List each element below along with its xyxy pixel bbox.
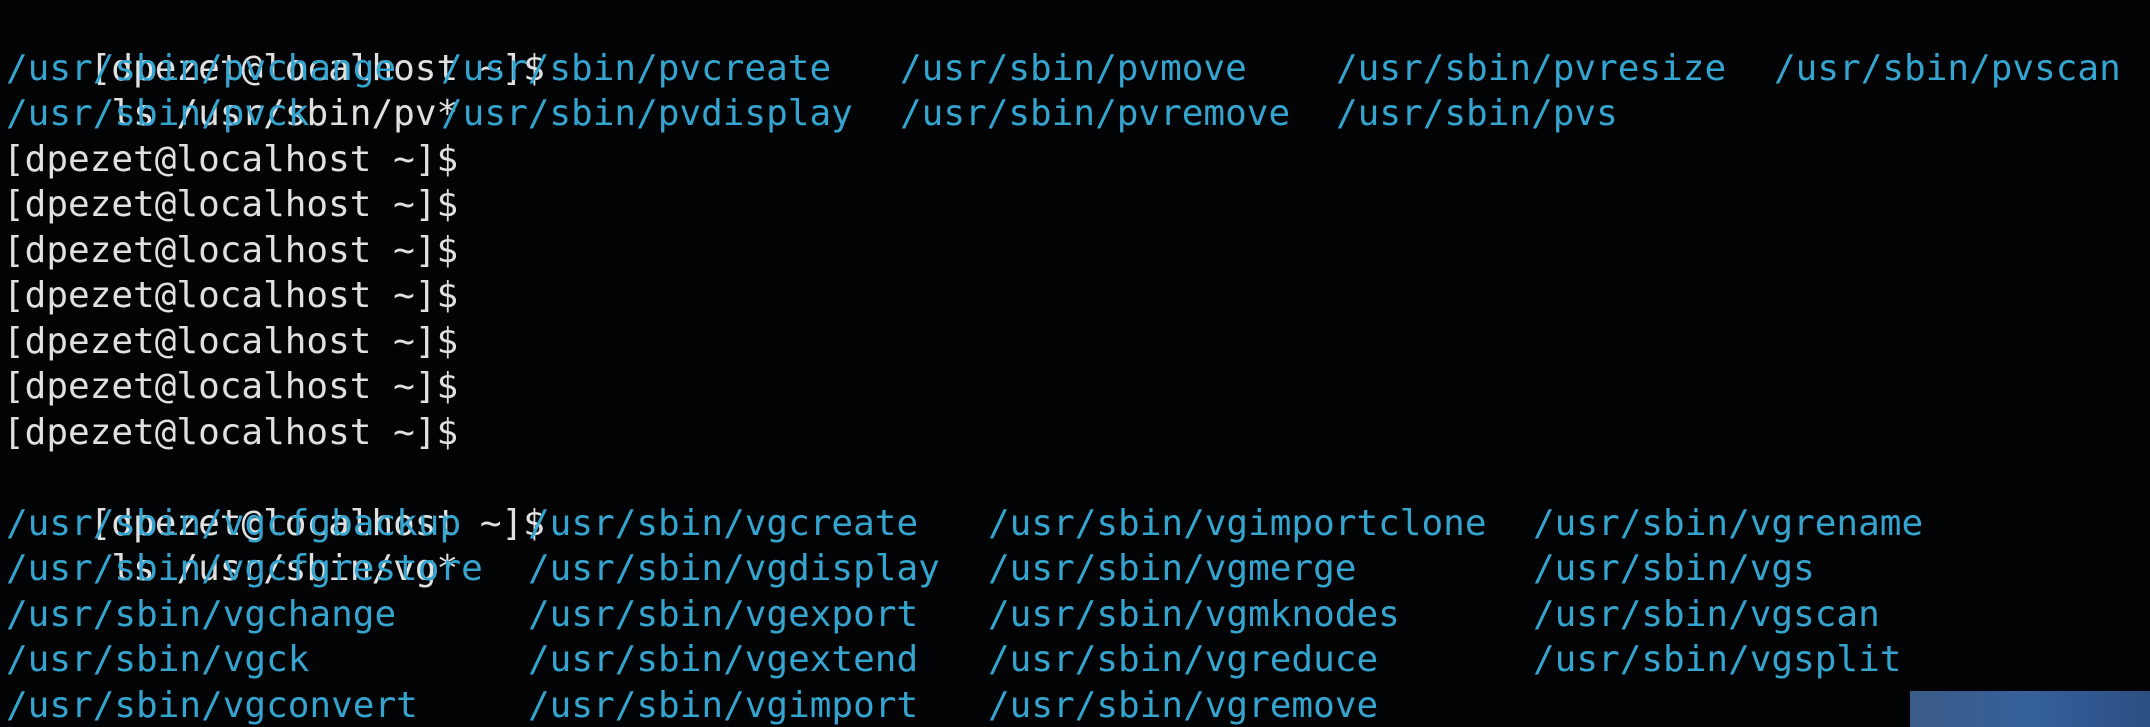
desktop-background-edge (1910, 691, 2150, 727)
shell-prompt: [dpezet@localhost ~]$ (3, 411, 459, 453)
file-entry: /usr/sbin/vgcfgbackup (6, 502, 462, 544)
shell-prompt: [dpezet@localhost ~]$ (3, 184, 459, 225)
shell-prompt: [dpezet@localhost ~]$ (3, 229, 459, 271)
file-entry: /usr/sbin/pvck (6, 93, 310, 134)
empty-prompt-line: [dpezet@localhost ~]$ (3, 137, 2150, 183)
shell-prompt: [dpezet@localhost ~]$ (3, 320, 459, 362)
file-entry: /usr/sbin/pvs (1336, 93, 1618, 134)
file-entry: /usr/sbin/pvremove (900, 93, 1291, 134)
file-entry: /usr/sbin/vgexport (528, 593, 919, 635)
file-entry: /usr/sbin/pvdisplay (441, 93, 853, 134)
empty-prompt-line: [dpezet@localhost ~]$ (3, 273, 2150, 319)
file-entry: /usr/sbin/vgmknodes (988, 593, 1400, 635)
empty-prompt-line: [dpezet@localhost ~]$ (3, 182, 2150, 228)
file-entry: /usr/sbin/vgmerge (988, 548, 1357, 589)
file-entry: /usr/sbin/vgsplit (1533, 639, 1902, 680)
file-entry: /usr/sbin/pvchange (6, 47, 397, 89)
vg-listing-row: /usr/sbin/vgchange /usr/sbin/vgexport /u… (3, 592, 2150, 638)
file-entry: /usr/sbin/pvscan (1774, 47, 2121, 89)
shell-prompt: [dpezet@localhost ~]$ (3, 275, 459, 316)
file-entry: /usr/sbin/vgimportclone (988, 502, 1487, 544)
file-entry: /usr/sbin/vgimport (528, 684, 919, 726)
vg-listing-row: /usr/sbin/vgcfgrestore /usr/sbin/vgdispl… (3, 546, 2150, 592)
command-line-vg: [dpezet@localhost ~]$ ls /usr/sbin/vg* (3, 455, 2150, 590)
file-entry: /usr/sbin/vgscan (1533, 593, 1880, 635)
shell-prompt: [dpezet@localhost ~]$ (3, 138, 459, 180)
file-entry: /usr/sbin/vgrename (1533, 502, 1924, 544)
file-entry: /usr/sbin/pvcreate (441, 47, 832, 89)
vg-listing-row: /usr/sbin/vgck /usr/sbin/vgextend /usr/s… (3, 637, 2150, 683)
vg-listing-row: /usr/sbin/vgconvert /usr/sbin/vgimport /… (3, 683, 2150, 727)
pv-listing-row: /usr/sbin/pvchange /usr/sbin/pvcreate /u… (3, 46, 2150, 92)
terminal-window[interactable]: [dpezet@localhost ~]$ ls /usr/sbin/pv* /… (0, 0, 2150, 727)
empty-prompt-line: [dpezet@localhost ~]$ (3, 319, 2150, 365)
empty-prompt-line: [dpezet@localhost ~]$ (3, 410, 2150, 456)
file-entry: /usr/sbin/pvmove (900, 47, 1247, 89)
file-entry: /usr/sbin/vgdisplay (528, 548, 940, 589)
file-entry: /usr/sbin/vgcfgrestore (6, 548, 483, 589)
file-entry: /usr/sbin/vgchange (6, 593, 397, 635)
file-entry: /usr/sbin/vgconvert (6, 684, 418, 726)
shell-prompt: [dpezet@localhost ~]$ (3, 366, 459, 407)
pv-listing-row: /usr/sbin/pvck /usr/sbin/pvdisplay /usr/… (3, 91, 2150, 137)
file-entry: /usr/sbin/vgs (1533, 548, 1815, 589)
file-entry: /usr/sbin/vgremove (988, 684, 1379, 726)
command-line-pv: [dpezet@localhost ~]$ ls /usr/sbin/pv* (3, 0, 2150, 135)
file-entry: /usr/sbin/vgreduce (988, 639, 1379, 680)
empty-prompt-line: [dpezet@localhost ~]$ (3, 228, 2150, 274)
file-entry: /usr/sbin/pvresize (1336, 47, 1727, 89)
file-entry: /usr/sbin/vgcreate (528, 502, 919, 544)
file-entry: /usr/sbin/vgck (6, 639, 310, 680)
vg-listing-row: /usr/sbin/vgcfgbackup /usr/sbin/vgcreate… (3, 501, 2150, 547)
file-entry: /usr/sbin/vgextend (528, 639, 919, 680)
empty-prompt-line: [dpezet@localhost ~]$ (3, 364, 2150, 410)
